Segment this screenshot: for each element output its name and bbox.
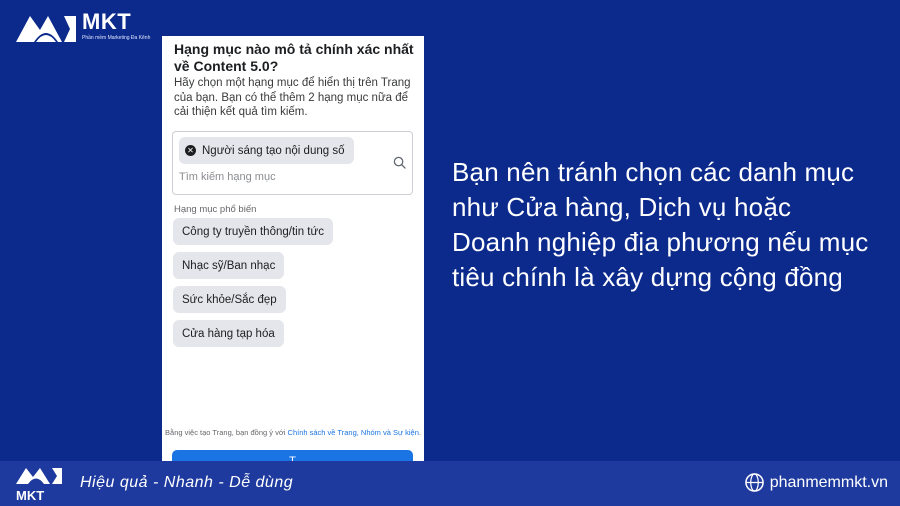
category-selection-panel: Hạng mục nào mô tả chính xác nhất về Con… [162,36,424,461]
footer-logo-icon: MKT [16,468,62,503]
footer-slogan: Hiệu quả - Nhanh - Dễ dùng [80,474,294,491]
mkt-logo-icon [16,16,76,42]
terms-text: Bằng việc tạo Trang, bạn đồng ý với Chín… [165,428,421,437]
panel-description: Hãy chọn một hạng mục để hiển thị trên T… [174,77,411,118]
website-text: phanmemmkt.vn [769,473,888,491]
search-icon[interactable] [393,156,406,169]
logo-tagline: Phần mềm Marketing Đa Kênh [82,35,151,41]
selected-category-label: Người sáng tạo nội dung số [202,144,345,157]
panel-title: Hạng mục nào mô tả chính xác nhất về Con… [174,41,414,74]
footer-bar: MKT Hiệu quả - Nhanh - Dễ dùng phanmemmk… [0,461,900,506]
terms-link[interactable]: Chính sách về Trang, Nhóm và Sự kiện [288,428,419,437]
category-search-box[interactable]: ✕ Người sáng tạo nội dung số [172,131,413,195]
category-search-input[interactable] [179,171,379,183]
website-link[interactable]: phanmemmkt.vn [744,473,888,492]
create-page-button[interactable]: T [172,450,413,461]
category-option-musician[interactable]: Nhạc sỹ/Ban nhạc [173,252,285,279]
category-option-media[interactable]: Công ty truyền thông/tin tức [173,218,333,245]
category-option-health-beauty[interactable]: Sức khỏe/Sắc đẹp [173,286,286,313]
category-option-grocery[interactable]: Cửa hàng tạp hóa [173,320,284,347]
footer-logo-text: MKT [16,488,44,503]
remove-chip-icon[interactable]: ✕ [185,145,196,156]
selected-category-chip[interactable]: ✕ Người sáng tạo nội dung số [179,137,355,164]
popular-categories-title: Hạng mục phổ biến [174,204,257,215]
advice-message: Bạn nên tránh chọn các danh mục như Cửa … [452,157,869,292]
mkt-logo: MKT Phần mềm Marketing Đa Kênh [14,10,150,44]
globe-icon [744,473,764,492]
logo-brand-text: MKT [82,9,132,34]
